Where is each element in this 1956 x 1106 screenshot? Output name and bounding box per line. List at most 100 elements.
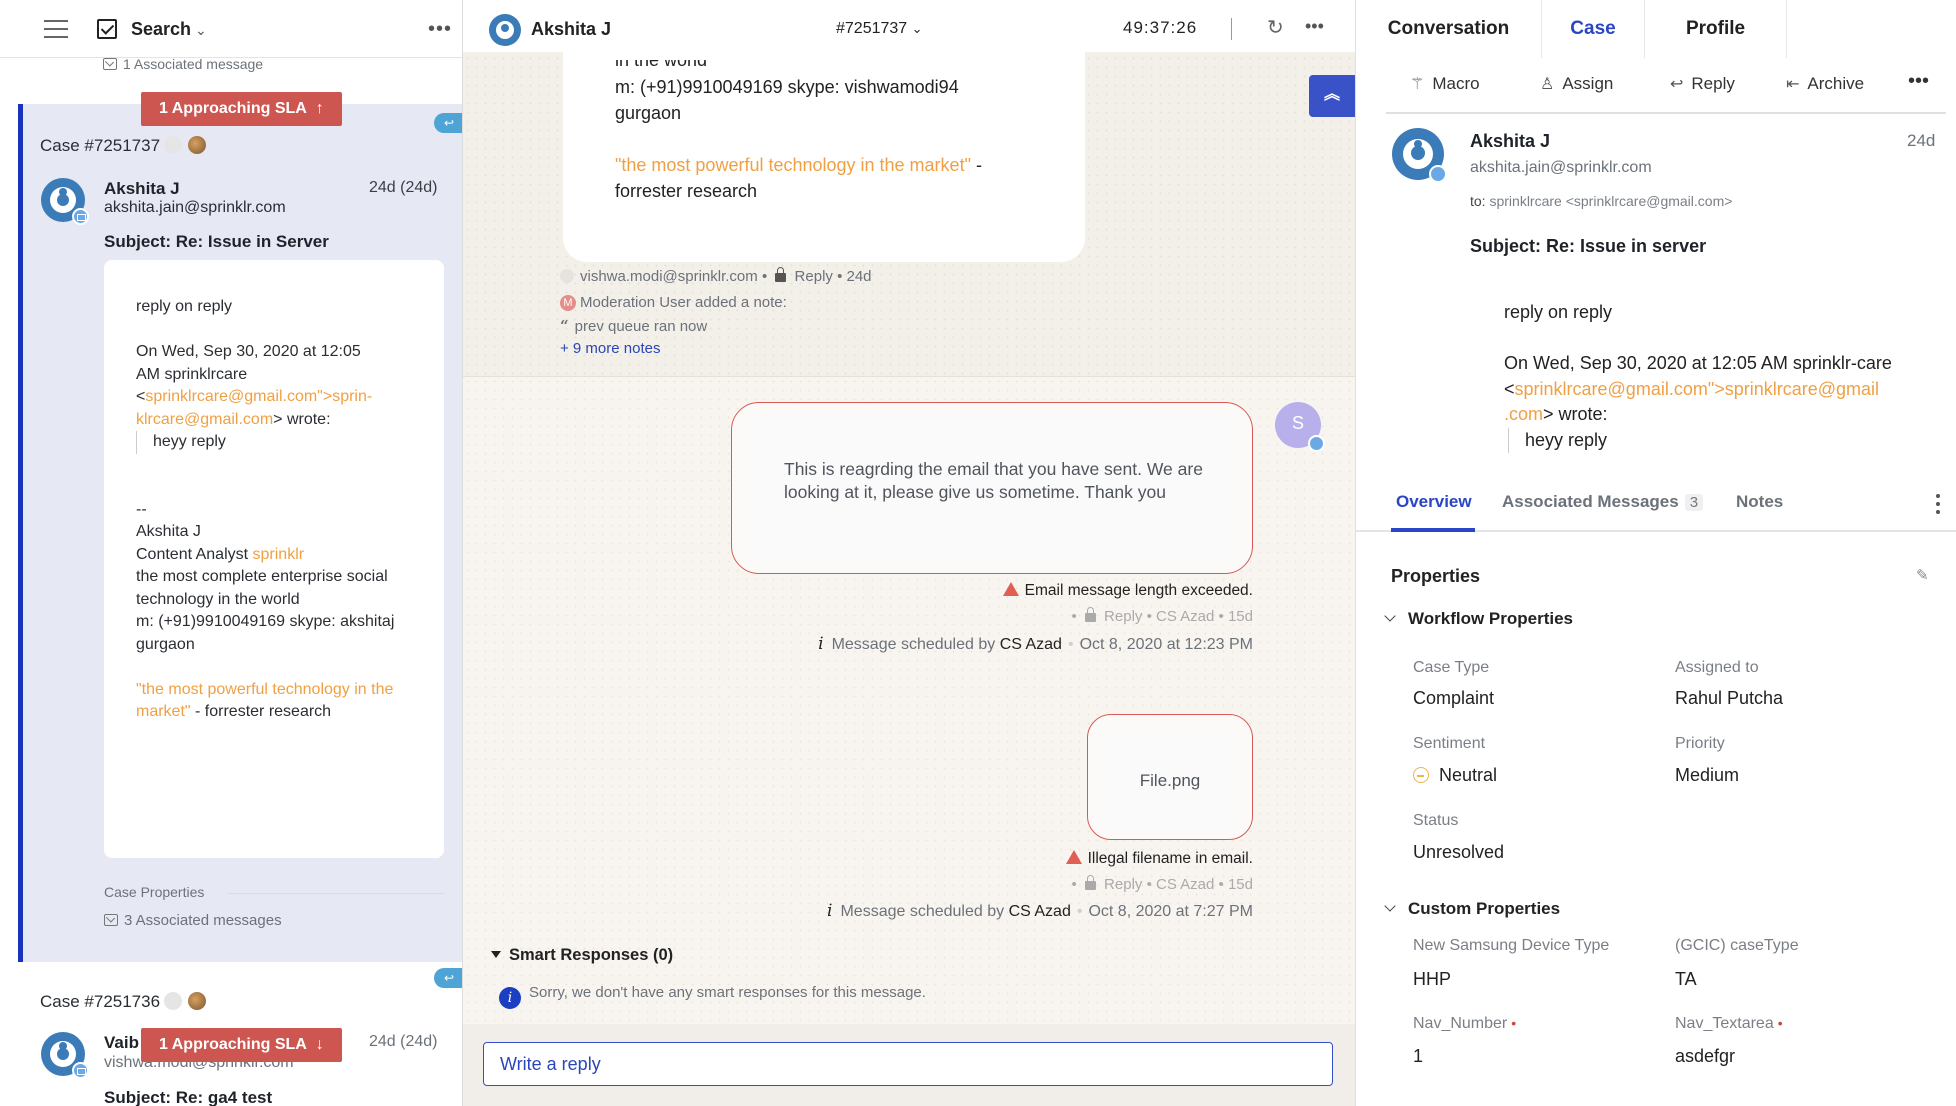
- smart-responses-toggle[interactable]: Smart Responses (0): [491, 946, 673, 965]
- select-all-checkbox[interactable]: [97, 19, 117, 39]
- scheduled-prefix: Message scheduled by: [840, 903, 1005, 920]
- case-id[interactable]: Case #7251736: [40, 992, 207, 1012]
- conversation-header: Akshita J #7251737 ⌄ 49:37:26 ↻ •••: [463, 0, 1355, 52]
- sla-badge[interactable]: 1 Approaching SLA ↑: [141, 92, 342, 126]
- reply-button[interactable]: ↩ Reply: [1670, 74, 1735, 94]
- scheduled-by: CS Azad: [1008, 903, 1071, 920]
- meta-age: 24d: [846, 268, 872, 285]
- count-badge: 3: [1684, 494, 1704, 511]
- signature-role: Content Analyst: [136, 545, 253, 563]
- tab-case[interactable]: Case: [1542, 0, 1645, 58]
- case-id[interactable]: Case #7251737: [40, 136, 207, 156]
- message-meta: • Reply • CS Azad • 15d: [1071, 607, 1253, 625]
- device-type-value[interactable]: HHP: [1413, 969, 1451, 990]
- error-text: Illegal filename in email.: [1087, 850, 1253, 867]
- nav-textarea-value[interactable]: asdefgr: [1675, 1046, 1735, 1067]
- message-line: in the world: [615, 60, 708, 70]
- sla-badge-label: 1 Approaching SLA: [159, 100, 307, 117]
- property-label: (GCIC) caseType: [1675, 937, 1799, 954]
- divider: [1386, 112, 1946, 114]
- link-bracket: <: [1504, 378, 1515, 399]
- info-icon: i: [818, 634, 824, 654]
- property-label-text: Nav_Number: [1413, 1015, 1508, 1032]
- email-link[interactable]: klrcare@gmail.com: [136, 411, 273, 428]
- tab-profile[interactable]: Profile: [1645, 0, 1787, 58]
- quote-intro: AM sprinklrcare: [136, 365, 248, 383]
- chevron-down-icon: [1384, 610, 1396, 622]
- signature-company-link[interactable]: sprinklr: [253, 546, 305, 563]
- more-actions-icon[interactable]: •••: [1908, 70, 1929, 93]
- email-link[interactable]: .com: [1504, 404, 1543, 424]
- email-link[interactable]: sprinklrcare@gmail.com">sprinklrcare@gma…: [1515, 379, 1880, 399]
- reply-indicator-icon[interactable]: ↩: [434, 113, 462, 133]
- outgoing-message-bubble[interactable]: This is reagrding the email that you hav…: [731, 402, 1253, 574]
- outgoing-attachment-bubble[interactable]: File.png: [1087, 714, 1253, 840]
- case-number-dropdown[interactable]: #7251737 ⌄: [836, 20, 923, 38]
- case-number: #7251737: [836, 20, 908, 37]
- note-content: prev queue ran now: [574, 318, 708, 335]
- assigned-to-value[interactable]: Rahul Putcha: [1675, 688, 1783, 709]
- reply-indicator-icon[interactable]: ↩: [434, 968, 462, 988]
- property-label: Priority: [1675, 735, 1725, 752]
- chevron-down-icon: ⌄: [195, 22, 207, 38]
- sentiment-text: Neutral: [1439, 765, 1498, 785]
- smart-responses-empty-text: Sorry, we don't have any smart responses…: [529, 984, 926, 1001]
- case-type-value[interactable]: Complaint: [1413, 688, 1494, 709]
- edit-pencil-icon[interactable]: ✎: [1916, 566, 1929, 584]
- search-dropdown[interactable]: Search ⌄: [131, 19, 207, 40]
- gcic-casetype-value[interactable]: TA: [1675, 969, 1697, 990]
- case-properties-label[interactable]: Case Properties: [104, 884, 204, 900]
- subtab-notes[interactable]: Notes: [1736, 492, 1783, 512]
- quote-dash: -: [970, 155, 982, 175]
- sender-name: Vaib: [104, 1033, 139, 1052]
- group-title: Workflow Properties: [1408, 609, 1573, 628]
- agent-initial: S: [1291, 413, 1304, 433]
- archive-button[interactable]: ⇤ Archive: [1786, 74, 1864, 94]
- workflow-properties-toggle[interactable]: Workflow Properties: [1384, 609, 1573, 629]
- scheduled-by: CS Azad: [999, 636, 1062, 653]
- info-icon: i: [499, 987, 521, 1009]
- message-subject: Subject: Re: Issue in server: [1470, 236, 1707, 256]
- message-line: m: (+91)9910049169 skype: vishwamodi94: [615, 77, 959, 97]
- assign-button[interactable]: ♙ Assign: [1540, 74, 1613, 94]
- divider: [1231, 18, 1232, 40]
- smart-responses-title: Smart Responses (0): [509, 946, 674, 964]
- associated-message-link[interactable]: 1 Associated message: [103, 56, 263, 72]
- associated-messages-link[interactable]: 3 Associated messages: [104, 912, 282, 929]
- note-header-text: Moderation User added a note:: [580, 294, 787, 311]
- contact-name[interactable]: Akshita J: [531, 19, 611, 40]
- subtab-overview[interactable]: Overview: [1396, 492, 1472, 512]
- note-header: M Moderation User added a note:: [560, 294, 787, 311]
- attachment-filename[interactable]: File.png: [1088, 769, 1252, 792]
- chevron-down-icon: ⌄: [911, 21, 923, 36]
- vertical-more-icon[interactable]: [1936, 494, 1940, 518]
- group-title: Custom Properties: [1408, 899, 1561, 918]
- custom-properties-toggle[interactable]: Custom Properties: [1384, 899, 1561, 919]
- case-id-label: Case #7251736: [40, 992, 161, 1011]
- sender-name: Akshita J: [1470, 131, 1551, 151]
- scroll-to-top-button[interactable]: ︽: [1309, 75, 1355, 117]
- subtab-associated-messages[interactable]: Associated Messages 3: [1502, 492, 1704, 512]
- macro-button[interactable]: ⚚ Macro: [1410, 74, 1480, 94]
- meta-type: Reply: [794, 268, 833, 285]
- more-options-icon[interactable]: •••: [1305, 16, 1324, 37]
- hamburger-menu-icon[interactable]: [44, 20, 68, 38]
- case-id-label: Case #7251737: [40, 136, 161, 155]
- reply-input[interactable]: Write a reply: [483, 1042, 1333, 1086]
- status-value[interactable]: Unresolved: [1413, 842, 1504, 863]
- property-label: Assigned to: [1675, 659, 1759, 676]
- meta-age: 15d: [1227, 876, 1253, 893]
- email-link[interactable]: sprinklrcare@gmail.com">sprin-: [145, 388, 372, 405]
- sla-badge[interactable]: 1 Approaching SLA ↓: [141, 1028, 342, 1062]
- refresh-icon[interactable]: ↻: [1267, 15, 1284, 40]
- arrow-up-icon: ↑: [315, 100, 324, 117]
- priority-value[interactable]: Medium: [1675, 765, 1739, 786]
- property-label: Sentiment: [1413, 735, 1486, 752]
- sentiment-value[interactable]: Neutral: [1413, 765, 1497, 786]
- property-label: Case Type: [1413, 659, 1490, 676]
- link-suffix: > wrote:: [1543, 404, 1608, 424]
- more-notes-link[interactable]: + 9 more notes: [560, 340, 660, 357]
- more-options-icon[interactable]: •••: [428, 18, 452, 41]
- nav-number-value[interactable]: 1: [1413, 1046, 1423, 1067]
- tab-conversation[interactable]: Conversation: [1356, 0, 1542, 58]
